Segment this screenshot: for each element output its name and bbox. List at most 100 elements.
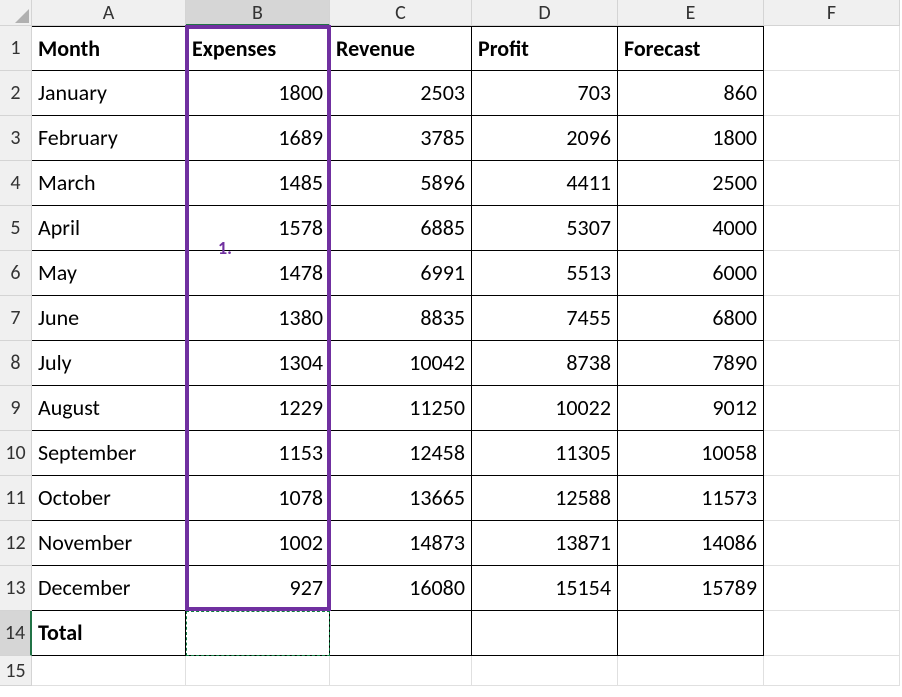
cell-C5[interactable]: 6885	[330, 206, 472, 251]
cell-B14[interactable]	[186, 611, 330, 656]
row-header-13[interactable]: 13	[0, 566, 32, 611]
cell-E13[interactable]: 15789	[618, 566, 764, 611]
cell-C4[interactable]: 5896	[330, 161, 472, 206]
cell-D13[interactable]: 15154	[472, 566, 618, 611]
cell-C15[interactable]	[330, 656, 472, 686]
cell-E5[interactable]: 4000	[618, 206, 764, 251]
cell-C14[interactable]	[330, 611, 472, 656]
cell-B2[interactable]: 1800	[186, 71, 330, 116]
row-header-12[interactable]: 12	[0, 521, 32, 566]
cell-B13[interactable]: 927	[186, 566, 330, 611]
cell-B9[interactable]: 1229	[186, 386, 330, 431]
col-header-B[interactable]: B	[186, 0, 330, 26]
cell-F13[interactable]	[764, 566, 900, 611]
cell-F11[interactable]	[764, 476, 900, 521]
cell-F9[interactable]	[764, 386, 900, 431]
cell-B12[interactable]: 1002	[186, 521, 330, 566]
cell-A3[interactable]: February	[32, 116, 186, 161]
cell-F3[interactable]	[764, 116, 900, 161]
cell-B6[interactable]: 1478	[186, 251, 330, 296]
cell-E8[interactable]: 7890	[618, 341, 764, 386]
cell-B1[interactable]: Expenses	[186, 26, 330, 71]
row-header-8[interactable]: 8	[0, 341, 32, 386]
cell-E12[interactable]: 14086	[618, 521, 764, 566]
cell-F4[interactable]	[764, 161, 900, 206]
cell-C1[interactable]: Revenue	[330, 26, 472, 71]
cell-B10[interactable]: 1153	[186, 431, 330, 476]
cell-C11[interactable]: 13665	[330, 476, 472, 521]
cell-A10[interactable]: September	[32, 431, 186, 476]
cell-F14[interactable]	[764, 611, 900, 656]
cell-D2[interactable]: 703	[472, 71, 618, 116]
cell-C8[interactable]: 10042	[330, 341, 472, 386]
cell-A15[interactable]	[32, 656, 186, 686]
cell-F15[interactable]	[764, 656, 900, 686]
cell-F8[interactable]	[764, 341, 900, 386]
cell-D12[interactable]: 13871	[472, 521, 618, 566]
cell-F2[interactable]	[764, 71, 900, 116]
cell-C12[interactable]: 14873	[330, 521, 472, 566]
cell-A12[interactable]: November	[32, 521, 186, 566]
row-header-1[interactable]: 1	[0, 26, 32, 71]
cell-C3[interactable]: 3785	[330, 116, 472, 161]
cell-C9[interactable]: 11250	[330, 386, 472, 431]
cell-A8[interactable]: July	[32, 341, 186, 386]
col-header-A[interactable]: A	[32, 0, 186, 26]
cell-E14[interactable]	[618, 611, 764, 656]
cell-D3[interactable]: 2096	[472, 116, 618, 161]
cell-B4[interactable]: 1485	[186, 161, 330, 206]
cell-E1[interactable]: Forecast	[618, 26, 764, 71]
cell-A9[interactable]: August	[32, 386, 186, 431]
cell-F7[interactable]	[764, 296, 900, 341]
cell-B5[interactable]: 1578	[186, 206, 330, 251]
cell-B3[interactable]: 1689	[186, 116, 330, 161]
cell-B11[interactable]: 1078	[186, 476, 330, 521]
cell-E2[interactable]: 860	[618, 71, 764, 116]
cell-F5[interactable]	[764, 206, 900, 251]
row-header-11[interactable]: 11	[0, 476, 32, 521]
cell-D9[interactable]: 10022	[472, 386, 618, 431]
cell-A13[interactable]: December	[32, 566, 186, 611]
cell-D10[interactable]: 11305	[472, 431, 618, 476]
row-header-5[interactable]: 5	[0, 206, 32, 251]
spreadsheet-grid[interactable]: A B C D E F 1 Month Expenses Revenue Pro…	[0, 0, 902, 686]
cell-A14[interactable]: Total	[32, 611, 186, 656]
cell-E4[interactable]: 2500	[618, 161, 764, 206]
row-header-9[interactable]: 9	[0, 386, 32, 431]
cell-E11[interactable]: 11573	[618, 476, 764, 521]
cell-F12[interactable]	[764, 521, 900, 566]
select-all-corner[interactable]	[0, 0, 32, 26]
cell-A2[interactable]: January	[32, 71, 186, 116]
cell-E10[interactable]: 10058	[618, 431, 764, 476]
cell-B8[interactable]: 1304	[186, 341, 330, 386]
row-header-6[interactable]: 6	[0, 251, 32, 296]
cell-A4[interactable]: March	[32, 161, 186, 206]
cell-D4[interactable]: 4411	[472, 161, 618, 206]
cell-F1[interactable]	[764, 26, 900, 71]
col-header-E[interactable]: E	[618, 0, 764, 26]
cell-E9[interactable]: 9012	[618, 386, 764, 431]
row-header-14[interactable]: 14	[0, 611, 32, 656]
col-header-C[interactable]: C	[330, 0, 472, 26]
cell-D14[interactable]	[472, 611, 618, 656]
row-header-3[interactable]: 3	[0, 116, 32, 161]
cell-E7[interactable]: 6800	[618, 296, 764, 341]
cell-E15[interactable]	[618, 656, 764, 686]
cell-F10[interactable]	[764, 431, 900, 476]
row-header-4[interactable]: 4	[0, 161, 32, 206]
cell-D5[interactable]: 5307	[472, 206, 618, 251]
cell-A11[interactable]: October	[32, 476, 186, 521]
cell-D11[interactable]: 12588	[472, 476, 618, 521]
cell-E3[interactable]: 1800	[618, 116, 764, 161]
cell-D8[interactable]: 8738	[472, 341, 618, 386]
cell-B15[interactable]	[186, 656, 330, 686]
cell-A6[interactable]: May	[32, 251, 186, 296]
row-header-2[interactable]: 2	[0, 71, 32, 116]
row-header-15[interactable]: 15	[0, 656, 32, 686]
cell-C13[interactable]: 16080	[330, 566, 472, 611]
cell-D7[interactable]: 7455	[472, 296, 618, 341]
cell-B7[interactable]: 1380	[186, 296, 330, 341]
cell-A5[interactable]: April	[32, 206, 186, 251]
cell-C6[interactable]: 6991	[330, 251, 472, 296]
cell-A7[interactable]: June	[32, 296, 186, 341]
